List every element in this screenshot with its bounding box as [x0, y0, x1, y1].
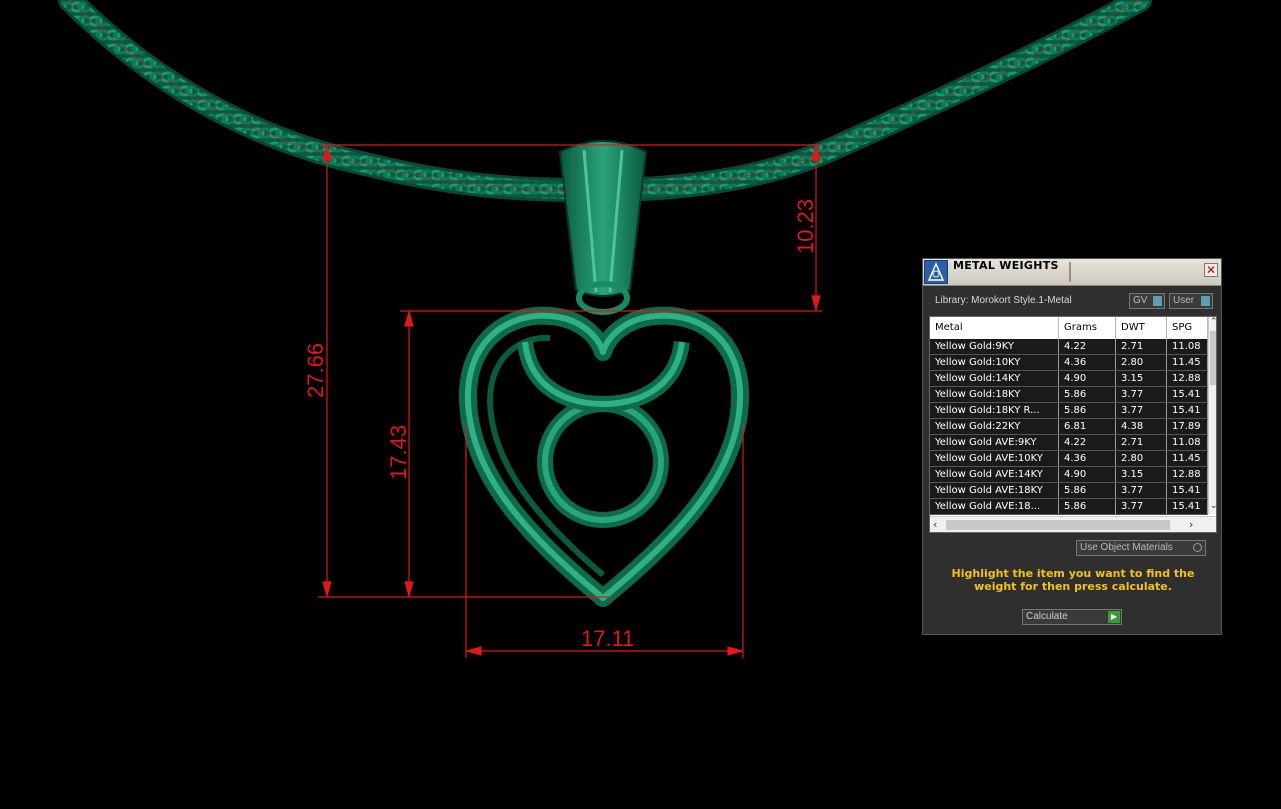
cell-spg: 15.41 — [1167, 387, 1208, 402]
cell-grams: 4.22 — [1059, 339, 1116, 354]
calculate-button[interactable]: Calculate ▶ — [1022, 609, 1122, 625]
user-toggle-label: User — [1173, 295, 1195, 306]
scroll-up-icon[interactable]: ⌃ — [1210, 317, 1216, 327]
cell-dwt: 3.77 — [1116, 387, 1167, 402]
column-header-spg[interactable]: SPG — [1167, 317, 1208, 339]
cell-metal: Yellow Gold AVE:18KY — [930, 483, 1059, 498]
table-row[interactable]: Yellow Gold AVE:10KY 4.36 2.80 11.45 — [930, 451, 1208, 467]
cell-spg: 11.45 — [1167, 355, 1208, 370]
bail — [558, 140, 648, 315]
cell-grams: 5.86 — [1059, 387, 1116, 402]
cell-dwt: 3.15 — [1116, 467, 1167, 482]
table-header: Metal Grams DWT SPG — [930, 317, 1208, 340]
cell-spg: 11.08 — [1167, 339, 1208, 354]
table-body: Yellow Gold:9KY 4.22 2.71 11.08 Yellow Gold:… — [930, 339, 1208, 515]
metal-weights-panel: METAL WEIGHTS ✕ Library: Morokort Style.… — [922, 258, 1222, 635]
close-icon[interactable]: ✕ — [1204, 263, 1218, 277]
cell-dwt: 3.77 — [1116, 483, 1167, 498]
app-logo-icon — [924, 260, 948, 284]
cell-spg: 15.41 — [1167, 499, 1208, 514]
table-row[interactable]: Yellow Gold:14KY 4.90 3.15 12.88 — [930, 371, 1208, 387]
library-label: Library: Morokort Style.1-Metal — [935, 295, 1072, 306]
gv-toggle-label: GV — [1133, 295, 1148, 306]
cell-grams: 4.36 — [1059, 355, 1116, 370]
cell-grams: 5.86 — [1059, 483, 1116, 498]
vertical-scroll-thumb[interactable] — [1210, 331, 1216, 385]
cell-dwt: 3.15 — [1116, 371, 1167, 386]
vertical-scrollbar[interactable]: ⌃ ⌄ — [1208, 317, 1216, 514]
calculate-label: Calculate — [1026, 611, 1068, 622]
cell-spg: 15.41 — [1167, 483, 1208, 498]
gv-toggle[interactable]: GV — [1129, 293, 1165, 309]
horizontal-scroll-thumb[interactable] — [946, 520, 1170, 530]
cell-grams: 4.36 — [1059, 451, 1116, 466]
cell-metal: Yellow Gold:9KY — [930, 339, 1059, 354]
cell-grams: 4.90 — [1059, 371, 1116, 386]
cell-metal: Yellow Gold AVE:18... — [930, 499, 1059, 514]
heart-pendant — [458, 306, 750, 607]
table-row[interactable]: Yellow Gold:18KY 5.86 3.77 15.41 — [930, 387, 1208, 403]
table-row[interactable]: Yellow Gold:18KY R... 5.86 3.77 15.41 — [930, 403, 1208, 419]
scroll-right-icon[interactable]: › — [1189, 518, 1193, 531]
scroll-down-icon[interactable]: ⌄ — [1210, 501, 1216, 511]
table-row[interactable]: Yellow Gold AVE:14KY 4.90 3.15 12.88 — [930, 467, 1208, 483]
play-arrow-icon: ▶ — [1108, 611, 1120, 623]
table-row[interactable]: Yellow Gold AVE:18KY 5.86 3.77 15.41 — [930, 483, 1208, 499]
cell-grams: 4.22 — [1059, 435, 1116, 450]
dim-heart-height: 17.43 — [386, 425, 411, 480]
table-row[interactable]: Yellow Gold:22KY 6.81 4.38 17.89 — [930, 419, 1208, 435]
table-row[interactable]: Yellow Gold AVE:9KY 4.22 2.71 11.08 — [930, 435, 1208, 451]
titlebar-divider — [1069, 262, 1071, 282]
cell-dwt: 2.80 — [1116, 451, 1167, 466]
cell-metal: Yellow Gold:22KY — [930, 419, 1059, 434]
cell-dwt: 2.71 — [1116, 339, 1167, 354]
dim-total-height: 27.66 — [303, 343, 328, 398]
cell-metal: Yellow Gold AVE:9KY — [930, 435, 1059, 450]
cell-spg: 12.88 — [1167, 371, 1208, 386]
cell-dwt: 4.38 — [1116, 419, 1167, 434]
cell-metal: Yellow Gold:10KY — [930, 355, 1059, 370]
dim-bail-height: 10.23 — [793, 199, 818, 254]
cell-dwt: 2.80 — [1116, 355, 1167, 370]
cell-dwt: 3.77 — [1116, 403, 1167, 418]
cell-spg: 11.45 — [1167, 451, 1208, 466]
column-header-metal[interactable]: Metal — [930, 317, 1059, 339]
dim-width: 17.11 — [581, 626, 634, 651]
cell-grams: 5.86 — [1059, 403, 1116, 418]
table-row[interactable]: Yellow Gold:10KY 4.36 2.80 11.45 — [930, 355, 1208, 371]
metal-table[interactable]: Metal Grams DWT SPG Yellow Gold:9KY 4.22 2… — [929, 316, 1217, 533]
scroll-left-icon[interactable]: ‹ — [933, 518, 937, 531]
cell-metal: Yellow Gold:18KY — [930, 387, 1059, 402]
column-header-dwt[interactable]: DWT — [1116, 317, 1167, 339]
user-toggle[interactable]: User — [1169, 293, 1213, 309]
use-object-materials-label: Use Object Materials — [1080, 542, 1173, 553]
table-row[interactable]: Yellow Gold:9KY 4.22 2.71 11.08 — [930, 339, 1208, 355]
radio-icon[interactable] — [1193, 543, 1202, 552]
instruction-text: Highlight the item you want to find the … — [951, 567, 1195, 593]
table-row[interactable]: Yellow Gold AVE:18... 5.86 3.77 15.41 — [930, 499, 1208, 515]
use-object-materials-option[interactable]: Use Object Materials — [1076, 540, 1206, 556]
cell-metal: Yellow Gold AVE:10KY — [930, 451, 1059, 466]
cell-dwt: 3.77 — [1116, 499, 1167, 514]
gv-toggle-indicator — [1153, 296, 1162, 306]
cell-grams: 4.90 — [1059, 467, 1116, 482]
cell-spg: 15.41 — [1167, 403, 1208, 418]
cell-spg: 11.08 — [1167, 435, 1208, 450]
cell-grams: 6.81 — [1059, 419, 1116, 434]
panel-title: METAL WEIGHTS — [953, 259, 1059, 272]
cell-metal: Yellow Gold:14KY — [930, 371, 1059, 386]
cell-metal: Yellow Gold AVE:14KY — [930, 467, 1059, 482]
cell-spg: 17.89 — [1167, 419, 1208, 434]
cell-dwt: 2.71 — [1116, 435, 1167, 450]
panel-titlebar[interactable]: METAL WEIGHTS ✕ — [923, 259, 1221, 286]
cell-spg: 12.88 — [1167, 467, 1208, 482]
cell-metal: Yellow Gold:18KY R... — [930, 403, 1059, 418]
horizontal-scrollbar[interactable]: ‹ › — [930, 516, 1216, 532]
user-toggle-indicator — [1201, 296, 1210, 306]
column-header-grams[interactable]: Grams — [1059, 317, 1116, 339]
cell-grams: 5.86 — [1059, 499, 1116, 514]
